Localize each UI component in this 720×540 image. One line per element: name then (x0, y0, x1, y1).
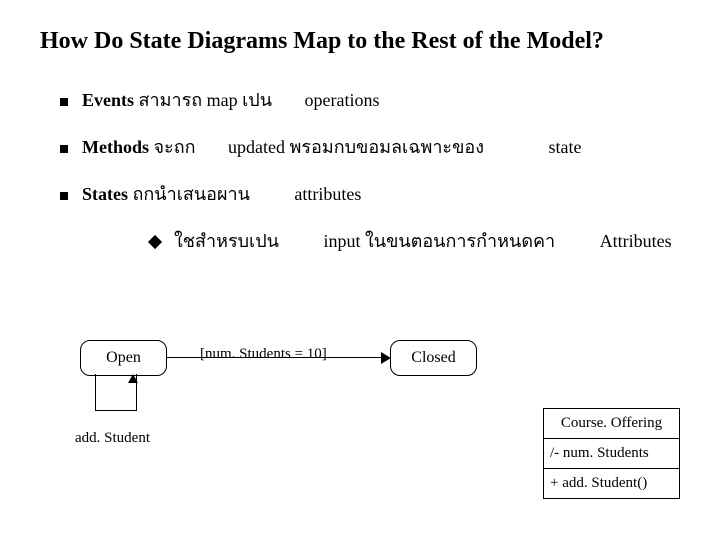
state-diagram: Open [num. Students = 10] Closed add. St… (0, 330, 720, 540)
sub-lead: ใชสำหรบเปน (174, 231, 279, 251)
bullet-item-methods: Methods จะถก updated พรอมกบขอมลเฉพาะของ … (60, 132, 680, 161)
page-title: How Do State Diagrams Map to the Rest of… (0, 0, 720, 65)
bullet-mid: updated (228, 137, 285, 157)
bullet-strong: Events (82, 90, 134, 110)
bullet-text: States ถกนำเสนอผาน attributes (82, 179, 361, 208)
uml-class-box: Course. Offering /- num. Students + add.… (543, 408, 680, 499)
self-transition-arrow-head-icon (128, 374, 138, 383)
bullet-tail: พรอมกบขอมลเฉพาะของ (290, 137, 485, 157)
state-closed: Closed (390, 340, 477, 376)
sub-mid: input (323, 231, 360, 251)
square-bullet-icon (60, 98, 68, 106)
bullet-tail: attributes (294, 184, 361, 204)
sub-bullet-text: ใชสำหรบเปน input ในขนตอนการกำหนดคา Attri… (174, 226, 672, 255)
bullet-rest: จะถก (154, 137, 196, 157)
bullet-text: Events สามารถ map เปน operations (82, 85, 380, 114)
uml-class-operation: + add. Student() (544, 469, 679, 498)
bullet-rest: สามารถ map เปน (139, 90, 273, 110)
bullet-rest: ถกนำเสนอผาน (133, 184, 250, 204)
bullet-tail: operations (305, 90, 380, 110)
sub-tail: ในขนตอนการกำหนดคา (365, 231, 555, 251)
square-bullet-icon (60, 192, 68, 200)
transition-guard: [num. Students = 10] (200, 346, 327, 363)
self-transition-event: add. Student (75, 430, 150, 447)
sub-bullet-item: ใชสำหรบเปน input ในขนตอนการกำหนดคา Attri… (150, 226, 680, 255)
bullet-list: Events สามารถ map เปน operations Methods… (0, 65, 720, 255)
bullet-item-states: States ถกนำเสนอผาน attributes (60, 179, 680, 208)
bullet-item-events: Events สามารถ map เปน operations (60, 85, 680, 114)
bullet-strong: States (82, 184, 128, 204)
square-bullet-icon (60, 145, 68, 153)
state-open: Open (80, 340, 167, 376)
sub-far: Attributes (600, 231, 672, 251)
bullet-text: Methods จะถก updated พรอมกบขอมลเฉพาะของ … (82, 132, 582, 161)
bullet-far: state (549, 137, 582, 157)
diamond-bullet-icon (148, 235, 162, 249)
bullet-strong: Methods (82, 137, 149, 157)
uml-class-attribute: /- num. Students (544, 439, 679, 469)
uml-class-name: Course. Offering (544, 409, 679, 439)
